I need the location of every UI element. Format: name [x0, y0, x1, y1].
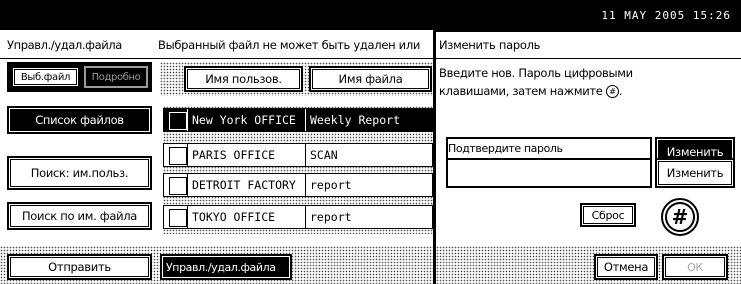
row-user-name: TOKYO OFFICE [187, 206, 305, 228]
row-checkbox[interactable] [169, 147, 187, 165]
file-row[interactable]: PARIS OFFICE SCAN [163, 143, 433, 167]
row-file-name: Weekly Report [305, 109, 434, 131]
dialog-title: Изменить пароль [439, 38, 541, 52]
reset-button[interactable]: Сброс [580, 203, 636, 227]
tab-manage-files[interactable]: Управл./удал.файла [160, 254, 292, 280]
hash-icon: # [665, 202, 695, 232]
row-file-name: report [305, 206, 434, 228]
cancel-button[interactable]: Отмена [594, 254, 658, 280]
row-checkbox[interactable] [169, 112, 187, 130]
search-by-user-button[interactable]: Поиск: им.польз. [7, 156, 152, 190]
instruction-line-1: Введите нов. Пароль цифровыми [439, 66, 633, 80]
row-checkbox[interactable] [169, 209, 187, 227]
send-button[interactable]: Отправить [7, 254, 152, 280]
status-datetime: 11 MAY 2005 15:26 [601, 9, 731, 22]
instruction-line-2: клавишами, затем нажмите [439, 84, 603, 98]
file-row[interactable]: TOKYO OFFICE report [163, 205, 433, 229]
file-row[interactable]: New York OFFICE Weekly Report [163, 108, 433, 132]
confirm-password-field[interactable] [446, 158, 652, 188]
hash-key-button[interactable]: # [661, 198, 699, 236]
confirm-password-label: Подтвердите пароль [448, 142, 563, 155]
row-checkbox[interactable] [169, 177, 187, 195]
app-message: Выбранный файл не может быть удален или [158, 38, 421, 52]
search-by-file-button[interactable]: Поиск по им. файла [7, 202, 152, 230]
row-user-name: New York OFFICE [187, 109, 305, 131]
dialog-title-divider [436, 58, 741, 59]
title-divider [0, 58, 433, 59]
dialog-instruction: Введите нов. Пароль цифровыми клавишами,… [439, 64, 734, 100]
tab-selected-file[interactable]: Выб.файл [11, 66, 80, 88]
sort-user-name-button[interactable]: Имя пользов. [184, 66, 303, 92]
sort-file-name-button[interactable]: Имя файла [309, 66, 432, 92]
file-row[interactable]: DETROIT FACTORY report [163, 173, 433, 197]
file-list-button[interactable]: Список файлов [7, 106, 152, 134]
row-user-name: DETROIT FACTORY [187, 174, 305, 196]
row-file-name: report [305, 174, 434, 196]
row-file-name: SCAN [305, 144, 434, 166]
app-title: Управл./удал.файла [7, 38, 122, 52]
hash-key-icon: # [605, 85, 619, 98]
row-user-name: PARIS OFFICE [187, 144, 305, 166]
instruction-end: . [618, 84, 623, 98]
tab-detail[interactable]: Подробно [84, 66, 148, 88]
ok-button[interactable]: ОК [662, 254, 728, 280]
change-confirm-button[interactable]: Изменить [655, 158, 735, 188]
